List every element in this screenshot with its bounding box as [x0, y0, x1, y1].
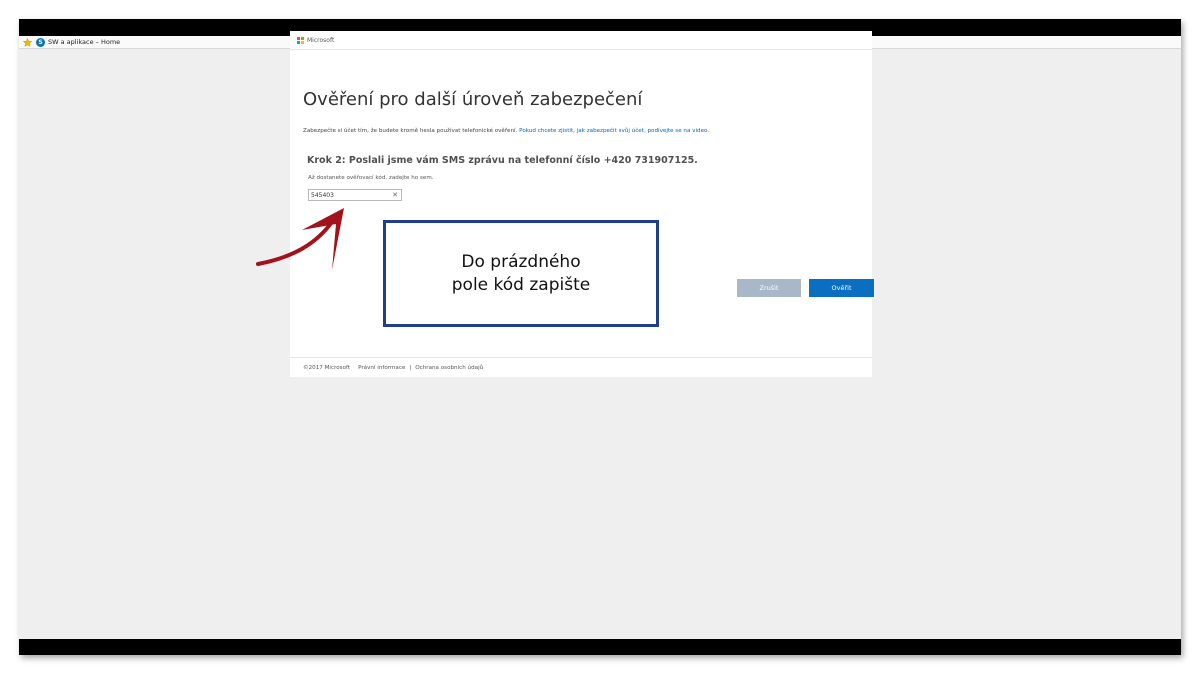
footer-separator: | — [409, 364, 412, 371]
annotation-callout: Do prázdného pole kód zapište — [383, 220, 659, 327]
favorites-item-label[interactable]: SW a aplikace – Home — [48, 38, 120, 46]
card-footer: ©2017 Microsoft Právní informace | Ochra… — [290, 357, 872, 377]
microsoft-logo-icon — [297, 36, 304, 44]
verification-code-input[interactable] — [309, 191, 391, 199]
code-hint: Až dostanete ověřovací kód, zadejte ho s… — [308, 175, 434, 181]
intro-text: Zabezpečte si účet tím, že budete kromě … — [303, 128, 709, 134]
cancel-button[interactable]: Zrušit — [737, 279, 801, 297]
annotation-line-2: pole kód zapište — [451, 274, 591, 295]
card-header: Microsoft — [290, 31, 872, 50]
legal-link[interactable]: Právní informace — [358, 365, 405, 371]
video-link[interactable]: Pokud chcete zjistit, jak zabezpečit svů… — [519, 128, 709, 134]
verify-button[interactable]: Ověřit — [809, 279, 874, 297]
page-title: Ověření pro další úroveň zabezpečení — [303, 89, 643, 110]
annotation-line-1: Do prázdného — [461, 251, 581, 272]
copyright: ©2017 Microsoft — [303, 364, 351, 371]
step-heading: Krok 2: Poslali jsme vám SMS zprávu na t… — [307, 155, 698, 166]
verification-code-field[interactable]: ✕ — [308, 189, 402, 201]
sharepoint-icon: S — [36, 37, 45, 47]
intro-text-body: Zabezpečte si účet tím, že budete kromě … — [303, 128, 520, 134]
privacy-link[interactable]: Ochrana osobních údajů — [415, 365, 483, 371]
favorites-star-icon[interactable] — [22, 37, 32, 47]
bottom-black-bar — [19, 639, 1181, 655]
clear-input-icon[interactable]: ✕ — [392, 191, 398, 199]
brand-name: Microsoft — [307, 36, 335, 44]
